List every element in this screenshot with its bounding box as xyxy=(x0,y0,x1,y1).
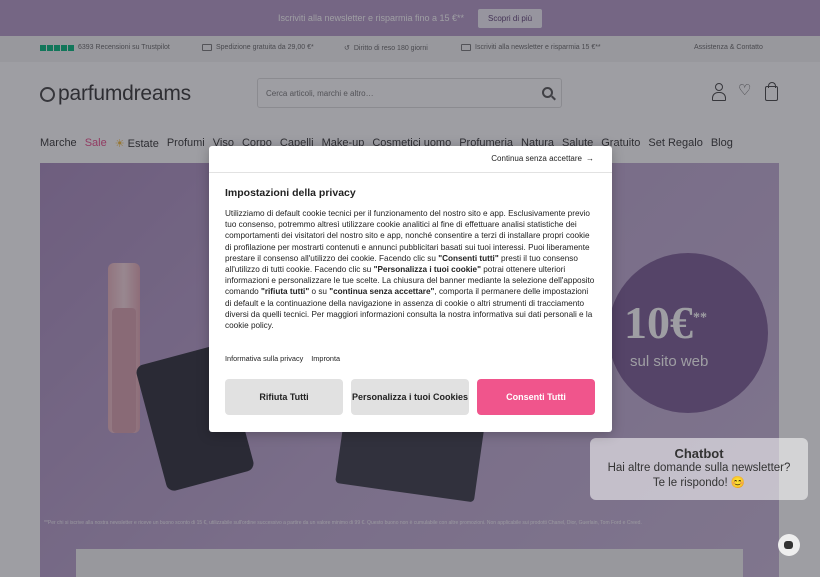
chatbot-bubble[interactable]: Chatbot Hai altre domande sulla newslett… xyxy=(590,438,808,500)
modal-divider xyxy=(209,172,612,173)
chatbot-title: Chatbot xyxy=(674,446,724,461)
chat-launcher-icon[interactable] xyxy=(778,534,800,556)
chatbot-line-1: Hai altre domande sulla newsletter? xyxy=(607,462,791,474)
accept-all-button[interactable]: Consenti Tutti xyxy=(477,379,595,415)
customize-cookies-button[interactable]: Personalizza i tuoi Cookies xyxy=(351,379,469,415)
privacy-policy-link[interactable]: Informativa sulla privacy xyxy=(225,354,303,363)
chatbot-line-2: Te le rispondo! 😊 xyxy=(652,477,746,489)
modal-links: Informativa sulla privacy Impronta xyxy=(225,354,340,363)
privacy-modal: Continua senza accettare → Impostazioni … xyxy=(209,146,612,432)
modal-body-text: Utilizziamo di default cookie tecnici pe… xyxy=(225,209,595,331)
arrow-right-icon: → xyxy=(586,154,594,163)
imprint-link[interactable]: Impronta xyxy=(311,354,340,363)
continue-without-accepting-link[interactable]: Continua senza accettare → xyxy=(491,154,594,163)
modal-title: Impostazioni della privacy xyxy=(225,187,356,199)
reject-all-button[interactable]: Rifiuta Tutti xyxy=(225,379,343,415)
